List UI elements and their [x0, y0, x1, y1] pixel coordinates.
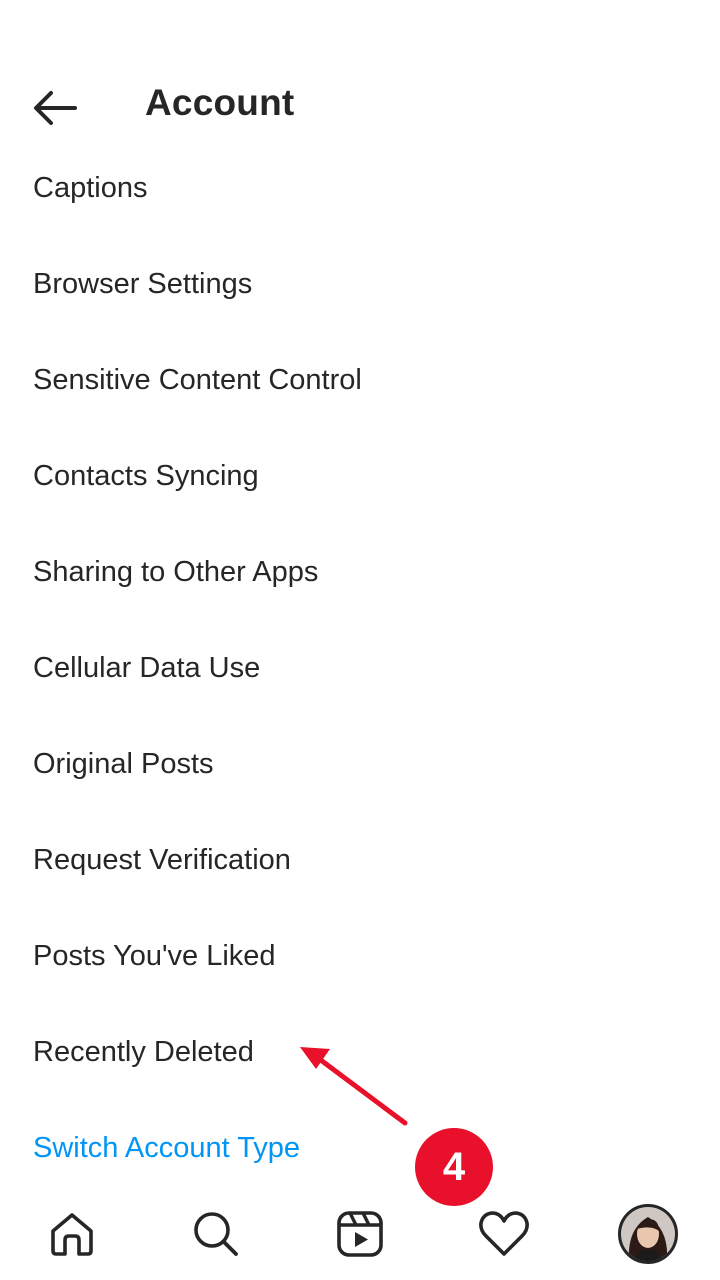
- avatar-portrait-icon: [621, 1207, 675, 1261]
- menu-item-contacts-syncing[interactable]: Contacts Syncing: [0, 428, 720, 524]
- search-icon: [194, 1212, 238, 1256]
- menu-item-browser-settings[interactable]: Browser Settings: [0, 236, 720, 332]
- nav-search-button[interactable]: [184, 1202, 248, 1266]
- menu-item-original-posts[interactable]: Original Posts: [0, 716, 720, 812]
- menu-item-request-verification[interactable]: Request Verification: [0, 812, 720, 908]
- menu-item-posts-youve-liked[interactable]: Posts You've Liked: [0, 908, 720, 1004]
- nav-profile-button[interactable]: [616, 1202, 680, 1266]
- menu-item-sharing-to-other-apps[interactable]: Sharing to Other Apps: [0, 524, 720, 620]
- reels-icon: [337, 1211, 383, 1257]
- home-icon: [51, 1213, 93, 1256]
- page-title: Account: [145, 82, 295, 123]
- arrow-left-icon: [34, 91, 77, 125]
- account-settings-menu: Captions Browser Settings Sensitive Cont…: [0, 140, 720, 1196]
- step-number-badge: 4: [415, 1128, 493, 1206]
- back-button[interactable]: [22, 80, 88, 136]
- nav-home-button[interactable]: [40, 1202, 104, 1266]
- menu-item-captions[interactable]: Captions: [0, 140, 720, 236]
- nav-activity-button[interactable]: [472, 1202, 536, 1266]
- nav-reels-button[interactable]: [328, 1202, 392, 1266]
- menu-item-cellular-data-use[interactable]: Cellular Data Use: [0, 620, 720, 716]
- menu-item-sensitive-content-control[interactable]: Sensitive Content Control: [0, 332, 720, 428]
- menu-item-recently-deleted[interactable]: Recently Deleted: [0, 1004, 720, 1100]
- heart-icon: [479, 1211, 529, 1256]
- header: Account: [0, 60, 720, 152]
- menu-item-switch-account-type[interactable]: Switch Account Type: [0, 1100, 720, 1196]
- bottom-navigation: [0, 1188, 720, 1280]
- profile-avatar: [618, 1204, 678, 1264]
